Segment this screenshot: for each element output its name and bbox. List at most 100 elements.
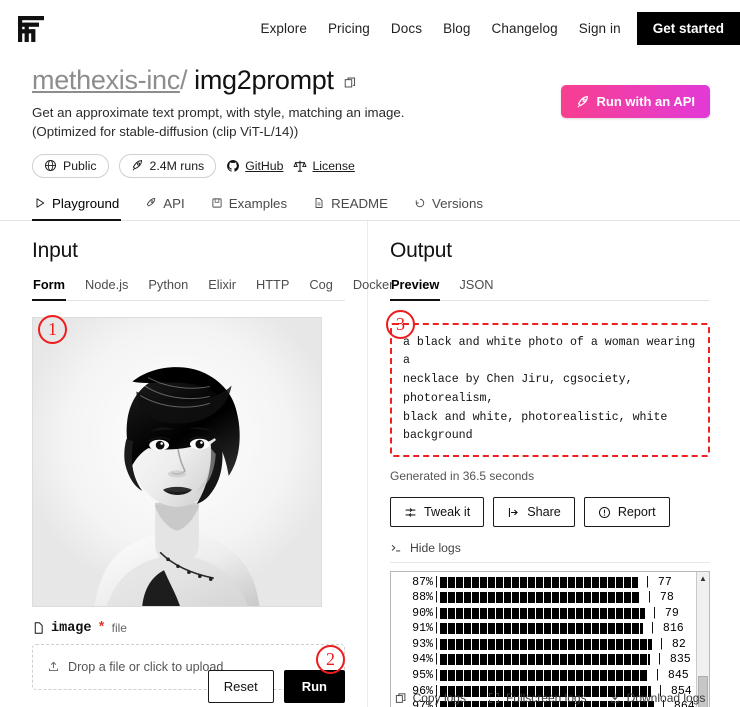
upload-icon bbox=[48, 661, 59, 672]
doc-icon bbox=[315, 198, 323, 208]
reset-button[interactable]: Reset bbox=[207, 669, 274, 703]
output-tab-json[interactable]: JSON bbox=[458, 277, 494, 301]
log-percent: 88% bbox=[412, 591, 433, 605]
fullscreen-logs-link[interactable]: Fullscreen logs bbox=[488, 691, 587, 705]
logs-panel[interactable]: 87% | | 77 88% | | 78 90% | | 79 91% | | 816 93% | | 8… bbox=[390, 571, 710, 707]
log-row: 94% | | 835 bbox=[391, 652, 696, 668]
globe-icon bbox=[44, 160, 57, 172]
log-percent: 87% bbox=[412, 575, 433, 589]
log-row: 88% | | 78 bbox=[391, 590, 696, 606]
log-row: 93% | | 82 bbox=[391, 637, 696, 653]
nav-link-sign-in[interactable]: Sign in bbox=[579, 21, 621, 36]
tab-playground-label: Playground bbox=[52, 195, 120, 211]
github-label: GitHub bbox=[245, 158, 284, 173]
alert-icon bbox=[598, 506, 610, 518]
log-pipe: | bbox=[433, 591, 440, 605]
input-tab-http[interactable]: HTTP bbox=[255, 277, 290, 301]
rocket-icon bbox=[577, 95, 588, 108]
report-label: Report bbox=[617, 505, 656, 520]
tab-versions[interactable]: Versions bbox=[412, 196, 485, 221]
tab-readme-label: README bbox=[331, 195, 388, 211]
log-bar-cell: | bbox=[433, 622, 643, 635]
log-percent: 90% bbox=[412, 606, 433, 620]
visibility-label: Public bbox=[63, 158, 97, 173]
log-pipe: | bbox=[433, 606, 440, 620]
output-title: Output bbox=[390, 238, 452, 262]
log-tail-value: | 77 bbox=[643, 575, 672, 589]
model-description: Get an approximate text prompt, with sty… bbox=[32, 105, 405, 140]
input-tab-nodejs[interactable]: Node.js bbox=[84, 277, 129, 301]
license-label: License bbox=[312, 158, 355, 173]
nav-link-explore[interactable]: Explore bbox=[260, 21, 306, 36]
log-row: 95% | | 845 bbox=[391, 668, 696, 684]
input-image-preview[interactable] bbox=[32, 316, 322, 607]
log-pipe: | bbox=[433, 637, 440, 651]
input-field-name: image bbox=[51, 620, 92, 636]
hide-logs-label: Hide logs bbox=[410, 541, 461, 556]
scales-icon bbox=[293, 160, 308, 172]
dropzone-label: Drop a file or click to upload bbox=[68, 659, 224, 674]
input-tab-cog[interactable]: Cog bbox=[308, 277, 333, 301]
get-started-button[interactable]: Get started bbox=[636, 12, 740, 45]
log-bar-cell: | bbox=[433, 607, 645, 620]
run-button[interactable]: Run bbox=[283, 669, 345, 703]
model-owner-link[interactable]: methexis-inc bbox=[32, 65, 180, 96]
fullscreen-logs-label: Fullscreen logs bbox=[505, 690, 587, 705]
log-pipe: | bbox=[433, 653, 440, 667]
top-navigation-bar: Explore Pricing Docs Blog Changelog Sign… bbox=[0, 0, 740, 57]
github-link[interactable]: GitHub bbox=[226, 159, 283, 173]
copy-logs-link[interactable]: Copy logs bbox=[395, 691, 466, 705]
logs-vertical-scrollbar[interactable]: ▲ ▼ bbox=[696, 572, 709, 707]
log-bar-cell: | bbox=[433, 653, 650, 666]
nav-link-changelog[interactable]: Changelog bbox=[492, 21, 558, 36]
log-bar-cell: | bbox=[433, 591, 640, 604]
download-icon bbox=[610, 693, 619, 703]
tab-examples[interactable]: Examples bbox=[209, 196, 289, 221]
play-icon bbox=[36, 198, 45, 208]
hide-logs-toggle[interactable]: Hide logs bbox=[390, 541, 710, 564]
model-name: img2prompt bbox=[194, 65, 334, 95]
input-tab-form[interactable]: Form bbox=[32, 277, 66, 301]
report-button[interactable]: Report bbox=[583, 497, 670, 528]
output-pane: Output Preview JSON a black and white ph… bbox=[368, 221, 740, 707]
nav-links: Explore Pricing Docs Blog Changelog Sign… bbox=[260, 21, 620, 36]
book-icon bbox=[212, 198, 222, 208]
log-tail-value: | 835 bbox=[655, 653, 691, 667]
tab-readme[interactable]: README bbox=[311, 196, 390, 221]
tab-playground[interactable]: Playground bbox=[32, 195, 122, 221]
scroll-up-arrow[interactable]: ▲ bbox=[697, 572, 709, 584]
tab-api[interactable]: API bbox=[143, 196, 186, 221]
log-pipe: | bbox=[433, 622, 440, 636]
input-tab-bar: Form Node.js Python Elixir HTTP Cog Dock… bbox=[32, 277, 393, 301]
model-header: methexis-inc / img2prompt Get an approxima… bbox=[0, 57, 740, 178]
form-action-buttons: Reset Run bbox=[207, 669, 345, 703]
output-tab-bar: Preview JSON bbox=[390, 277, 710, 301]
license-link[interactable]: License bbox=[293, 158, 355, 173]
nav-link-docs[interactable]: Docs bbox=[391, 21, 422, 36]
log-percent: 94% bbox=[412, 653, 433, 667]
output-tab-preview[interactable]: Preview bbox=[390, 277, 441, 301]
run-with-api-button[interactable]: Run with an API bbox=[560, 85, 710, 118]
nav-link-blog[interactable]: Blog bbox=[443, 21, 470, 36]
log-tail-value: | 78 bbox=[645, 591, 674, 605]
download-logs-label: Download logs bbox=[626, 690, 706, 705]
log-row: 90% | | 79 bbox=[391, 605, 696, 621]
tweak-it-button[interactable]: Tweak it bbox=[390, 497, 485, 528]
log-progress-bar bbox=[439, 638, 652, 650]
share-button[interactable]: Share bbox=[493, 497, 575, 528]
input-tab-python[interactable]: Python bbox=[147, 277, 189, 301]
share-label: Share bbox=[527, 505, 561, 520]
nav-link-pricing[interactable]: Pricing bbox=[328, 21, 370, 36]
logs-footer-links: Copy logs Fullscreen logs Download logs bbox=[390, 691, 710, 705]
replicate-logo[interactable] bbox=[14, 12, 48, 46]
portrait-illustration bbox=[33, 317, 321, 606]
tweak-it-label: Tweak it bbox=[424, 505, 471, 520]
runs-count-label: 2.4M runs bbox=[149, 158, 205, 173]
log-pipe: | bbox=[433, 669, 440, 683]
copy-icon[interactable] bbox=[344, 65, 357, 96]
download-logs-link[interactable]: Download logs bbox=[609, 690, 706, 705]
log-tail-value: | 845 bbox=[653, 669, 689, 683]
input-tab-elixir[interactable]: Elixir bbox=[207, 277, 237, 301]
log-tail-value: | 79 bbox=[650, 606, 679, 620]
log-percent: 93% bbox=[412, 637, 433, 651]
